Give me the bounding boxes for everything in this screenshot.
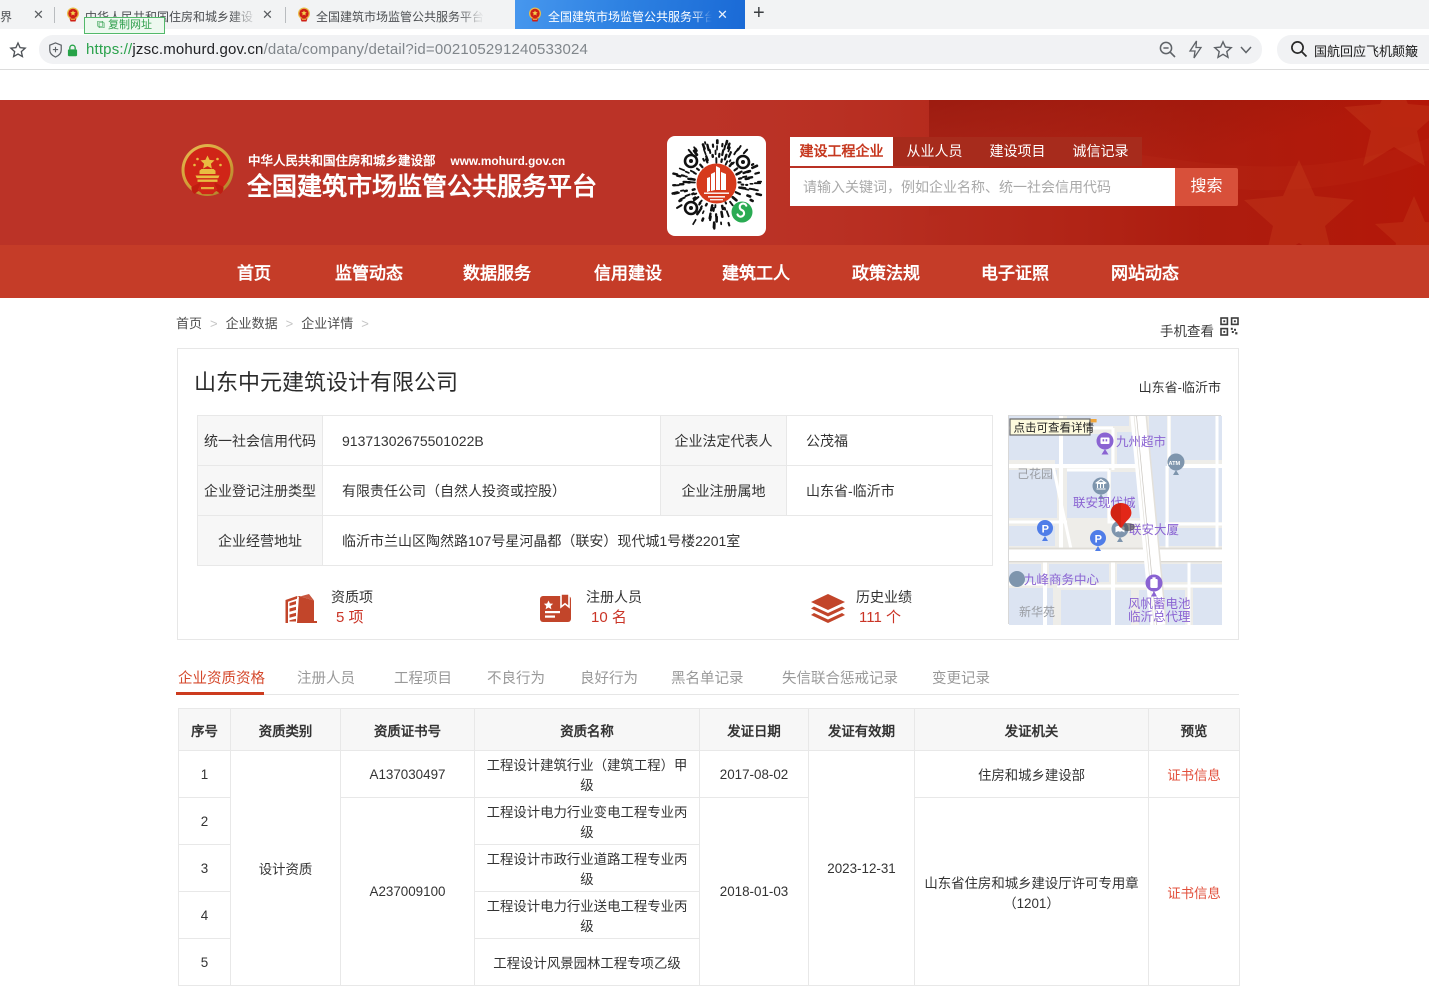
svg-text:ATM: ATM	[1169, 461, 1181, 467]
svg-text:风帆蓄电池: 风帆蓄电池	[1128, 596, 1191, 611]
svg-text:新华苑: 新华苑	[1019, 604, 1055, 619]
svg-text:P: P	[1042, 524, 1049, 536]
svg-text:己花园: 己花园	[1017, 466, 1053, 481]
svg-text:九州超市: 九州超市	[1116, 434, 1166, 449]
svg-text:点击可查看详情: 点击可查看详情	[1014, 421, 1095, 435]
svg-text:九峰商务中心: 九峰商务中心	[1024, 572, 1100, 587]
svg-text:P: P	[1095, 534, 1102, 546]
svg-text:临沂总代理: 临沂总代理	[1128, 610, 1191, 624]
svg-text:联安大厦: 联安大厦	[1129, 522, 1179, 537]
